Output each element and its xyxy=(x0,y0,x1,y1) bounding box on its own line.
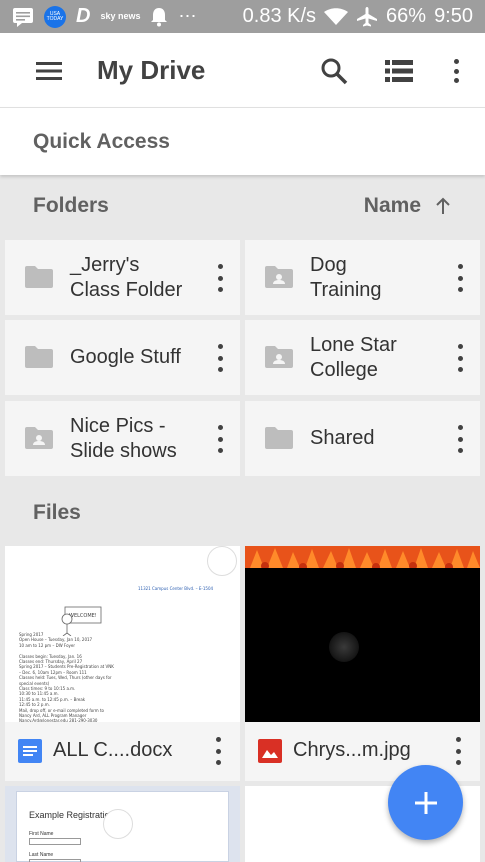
folder-card[interactable]: Google Stuff xyxy=(5,320,240,395)
image-icon xyxy=(258,739,282,763)
folders-header: Folders xyxy=(33,194,109,217)
usa-today-icon: USA TODAY xyxy=(44,5,66,28)
svg-text:WELCOME!: WELCOME! xyxy=(69,613,97,619)
sky-news-label: sky news xyxy=(100,11,141,21)
bell-icon xyxy=(150,7,168,27)
sort-label: Name xyxy=(363,194,421,217)
folder-name: Dog Training xyxy=(310,253,382,303)
list-view-button[interactable] xyxy=(383,55,415,87)
overflow-menu-button[interactable] xyxy=(440,55,472,87)
network-speed: 0.83 K/s xyxy=(242,5,317,27)
folder-name-line: _Jerry's xyxy=(70,254,140,276)
folder-name-line: Class Folder xyxy=(70,279,183,301)
file-name: ALL C....docx xyxy=(53,739,173,761)
file-card[interactable]: Chrys...m.jpg xyxy=(245,546,480,781)
last-name-label: Last Name xyxy=(29,852,54,858)
first-name-label: First Name xyxy=(29,831,54,837)
folder-more-button[interactable] xyxy=(214,264,226,292)
airplane-icon xyxy=(356,6,378,28)
sort-by-name-button[interactable]: Name xyxy=(364,194,451,218)
folder-name: Google Stuff xyxy=(70,345,181,370)
quick-access-label: Quick Access xyxy=(33,130,170,153)
usa-today-label: USA TODAY xyxy=(46,10,64,22)
folder-name-line: Dog xyxy=(310,254,347,276)
folder-card[interactable]: Dog Training xyxy=(245,240,480,315)
folder-icon xyxy=(265,427,293,449)
shared-folder-icon xyxy=(25,427,53,449)
status-bar: USA TODAY D sky news ⋯ 0.83 K/s 66% 9:50 xyxy=(0,0,485,33)
file-name: Chrys...m.jpg xyxy=(293,739,411,761)
folder-card[interactable]: _Jerry's Class Folder xyxy=(5,240,240,315)
files-header: Files xyxy=(33,501,81,524)
menu-icon xyxy=(36,62,62,80)
folder-name-line: Slide shows xyxy=(70,440,177,462)
folder-more-button[interactable] xyxy=(454,344,466,372)
d-app-icon: D xyxy=(76,5,91,27)
search-icon xyxy=(321,58,348,85)
file-card[interactable]: Example Registration First Name Last Nam… xyxy=(5,786,240,862)
folder-name-line: Training xyxy=(310,279,382,301)
more-vert-icon xyxy=(452,59,460,83)
folder-icon xyxy=(25,346,53,368)
file-thumbnail: 11321 Campus Center Blvd. – E-1504 WELCO… xyxy=(5,546,240,722)
file-thumbnail xyxy=(245,546,480,722)
arrow-up-icon xyxy=(436,197,450,214)
list-view-icon xyxy=(385,60,413,82)
folder-name-line: Lone Star xyxy=(310,334,397,356)
search-button[interactable] xyxy=(318,55,350,87)
file-more-button[interactable] xyxy=(212,737,224,765)
folder-name-line: Shared xyxy=(310,427,375,449)
battery-level: 66% xyxy=(386,5,427,27)
registration-title: Example Registration xyxy=(29,810,115,820)
add-icon xyxy=(414,791,437,814)
folder-name: Shared xyxy=(310,426,375,451)
folder-card[interactable]: Nice Pics - Slide shows xyxy=(5,401,240,476)
app-bar: My Drive xyxy=(0,33,485,107)
folder-card[interactable]: Lone Star College xyxy=(245,320,480,395)
shared-folder-icon xyxy=(265,266,293,288)
folder-icon xyxy=(25,266,53,288)
file-card[interactable]: 11321 Campus Center Blvd. – E-1504 WELCO… xyxy=(5,546,240,781)
quick-access-section[interactable]: Quick Access xyxy=(0,107,485,175)
folder-more-button[interactable] xyxy=(454,425,466,453)
loading-spinner xyxy=(329,632,359,662)
folder-name-line: College xyxy=(310,359,378,381)
folder-more-button[interactable] xyxy=(214,344,226,372)
folder-name: Lone Star College xyxy=(310,333,397,383)
file-thumbnail: Example Registration First Name Last Nam… xyxy=(16,791,229,862)
select-circle[interactable] xyxy=(207,546,237,576)
file-more-button[interactable] xyxy=(452,737,464,765)
message-notification-icon xyxy=(12,7,34,27)
select-circle[interactable] xyxy=(103,809,133,839)
folder-name-line: Google Stuff xyxy=(70,346,181,368)
first-name-field xyxy=(29,838,81,845)
new-item-fab[interactable] xyxy=(388,765,463,840)
page-title: My Drive xyxy=(97,55,206,85)
folder-more-button[interactable] xyxy=(454,264,466,292)
overflow-dots-icon: ⋯ xyxy=(178,6,197,26)
docs-icon xyxy=(18,739,42,763)
doc-header-text: 11321 Campus Center Blvd. – E-1504 xyxy=(138,586,214,591)
folder-name: _Jerry's Class Folder xyxy=(70,253,182,303)
sky-news-icon: sky news xyxy=(100,12,140,21)
menu-button[interactable] xyxy=(33,55,65,87)
folder-card[interactable]: Shared xyxy=(245,401,480,476)
folder-name: Nice Pics - Slide shows xyxy=(70,414,177,464)
file-info-bar: ALL C....docx xyxy=(5,722,240,781)
shared-folder-icon xyxy=(265,346,293,368)
folder-more-button[interactable] xyxy=(214,425,226,453)
folder-name-line: Nice Pics - xyxy=(70,415,166,437)
wifi-icon xyxy=(324,7,349,26)
clock: 9:50 xyxy=(434,5,473,27)
flower-strip xyxy=(245,546,480,568)
doc-body-text: Spring 2017 Open House – Tuesday, Jan 10,… xyxy=(19,632,229,722)
